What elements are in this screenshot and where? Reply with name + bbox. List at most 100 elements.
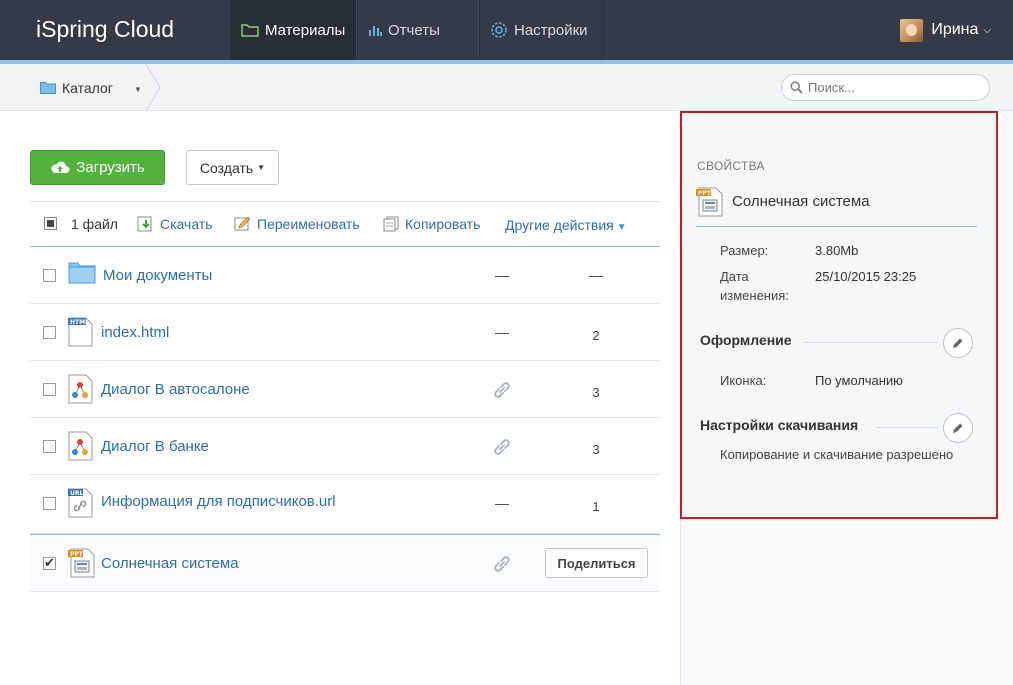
file-toolbar: 1 файл Скачать Переименовать Копировать …	[30, 201, 660, 247]
edit-download-settings-button[interactable]	[943, 413, 973, 443]
file-list: Мои документы — — HTML index.html — 2 Ди…	[30, 247, 660, 592]
breadcrumb-bar: Каталог ▼	[0, 64, 1013, 111]
link-icon[interactable]	[492, 554, 512, 577]
rename-label: Переименовать	[257, 216, 360, 232]
chevron-down-icon: ⌵	[983, 24, 991, 36]
file-count: 1	[592, 499, 600, 514]
copy-label: Копировать	[405, 216, 481, 232]
properties-title: Солнечная система	[732, 193, 870, 210]
svg-text:HTML: HTML	[70, 319, 89, 326]
size-value: 3.80Mb	[815, 243, 859, 258]
share-button[interactable]: Поделиться	[545, 548, 648, 578]
file-name[interactable]: Солнечная система	[101, 555, 239, 572]
nav-settings-label: Настройки	[514, 21, 588, 39]
link-icon[interactable]	[492, 380, 512, 403]
download-action[interactable]: Скачать	[137, 216, 213, 232]
share-status: —	[495, 267, 509, 283]
row-checkbox-checked[interactable]	[43, 555, 56, 571]
more-actions-label: Другие действия	[505, 217, 614, 233]
icon-label: Иконка:	[720, 373, 767, 388]
search-box[interactable]	[781, 74, 990, 101]
dialog-file-icon	[68, 374, 94, 404]
list-item[interactable]: Диалог В банке 3	[30, 418, 660, 475]
folder-icon	[68, 260, 96, 284]
ppt-file-icon: PPT	[696, 187, 724, 220]
folder-icon	[40, 81, 56, 94]
ppt-file-icon: PPT	[68, 548, 96, 578]
row-checkbox[interactable]	[43, 326, 56, 339]
row-checkbox[interactable]	[43, 440, 56, 453]
list-item[interactable]: Диалог В автосалоне 3	[30, 361, 660, 418]
row-checkbox[interactable]	[43, 269, 56, 282]
search-input[interactable]	[808, 80, 978, 95]
divider	[696, 226, 977, 227]
svg-text:URL: URL	[70, 490, 83, 497]
file-name[interactable]: index.html	[101, 324, 169, 341]
divider	[804, 342, 939, 343]
pencil-icon	[953, 338, 963, 348]
copy-action[interactable]: Копировать	[383, 216, 480, 232]
list-item[interactable]: HTML index.html — 2	[30, 304, 660, 361]
link-icon[interactable]	[492, 437, 512, 460]
avatar	[900, 18, 924, 42]
top-bar: iSpring Cloud Материалы Отчеты Настройки…	[0, 0, 1013, 60]
chevron-down-icon: ▼	[257, 163, 266, 172]
dialog-file-icon	[68, 431, 94, 461]
edit-design-button[interactable]	[943, 328, 973, 358]
date-label-line2: изменения:	[720, 288, 789, 303]
date-label-line1: Дата	[720, 269, 749, 284]
user-menu[interactable]: Ирина ⌵	[900, 0, 991, 60]
download-settings-heading: Настройки скачивания	[700, 417, 859, 433]
download-settings-note: Копирование и скачивание разрешено	[720, 447, 954, 462]
select-all-checkbox[interactable]	[44, 217, 57, 230]
cloud-upload-icon	[50, 160, 70, 175]
size-label: Размер:	[720, 243, 769, 258]
row-checkbox[interactable]	[43, 497, 56, 510]
gear-icon	[490, 21, 508, 39]
brand-logo[interactable]: iSpring Cloud	[36, 0, 174, 60]
list-item[interactable]: Мои документы — —	[30, 247, 660, 304]
file-name[interactable]: Диалог В автосалоне	[101, 381, 250, 398]
breadcrumb-label: Каталог	[62, 79, 113, 96]
main-nav: Материалы Отчеты Настройки	[230, 0, 607, 60]
selected-count: 1 файл	[71, 216, 118, 232]
nav-materials[interactable]: Материалы	[230, 0, 357, 60]
list-item[interactable]: URL Информация для подписчиков.url — 1	[30, 475, 660, 534]
svg-text:PPT: PPT	[698, 190, 712, 197]
copy-icon	[383, 216, 400, 232]
share-status: —	[495, 324, 509, 340]
list-item-selected[interactable]: PPT Солнечная система Поделиться	[30, 534, 660, 592]
nav-materials-label: Материалы	[265, 21, 346, 39]
html-file-icon: HTML	[68, 317, 94, 347]
rename-icon	[234, 216, 252, 232]
share-status: —	[495, 495, 509, 511]
upload-label: Загрузить	[76, 159, 145, 176]
download-label: Скачать	[160, 216, 213, 232]
download-icon	[137, 216, 155, 232]
file-count: 2	[592, 328, 600, 343]
pencil-icon	[953, 423, 963, 433]
properties-heading: СВОЙСТВА	[697, 159, 765, 173]
rename-action[interactable]: Переименовать	[234, 216, 360, 232]
url-file-icon: URL	[68, 488, 94, 518]
create-button[interactable]: Создать ▼	[186, 150, 279, 185]
breadcrumb[interactable]: Каталог	[40, 64, 113, 111]
icon-value: По умолчанию	[815, 373, 903, 388]
properties-panel: СВОЙСТВА PPT Солнечная система Размер: 3…	[680, 111, 998, 519]
more-actions-dropdown[interactable]: Другие действия ▼	[505, 217, 627, 233]
file-name[interactable]: Диалог В банке	[101, 438, 209, 455]
file-name[interactable]: Информация для подписчиков.url	[101, 493, 336, 510]
nav-reports-label: Отчеты	[388, 21, 440, 39]
file-count: 3	[592, 442, 600, 457]
chevron-down-icon[interactable]: ▼	[134, 85, 142, 94]
nav-settings[interactable]: Настройки	[479, 0, 607, 60]
nav-reports[interactable]: Отчеты	[357, 0, 479, 60]
file-name[interactable]: Мои документы	[103, 267, 212, 284]
upload-button[interactable]: Загрузить	[30, 150, 165, 185]
folder-icon	[241, 23, 259, 37]
date-value: 25/10/2015 23:25	[815, 269, 917, 284]
search-icon	[790, 81, 803, 94]
bar-chart-icon	[368, 24, 382, 36]
row-checkbox[interactable]	[43, 383, 56, 396]
triangle-down-icon: ▼	[616, 222, 627, 233]
